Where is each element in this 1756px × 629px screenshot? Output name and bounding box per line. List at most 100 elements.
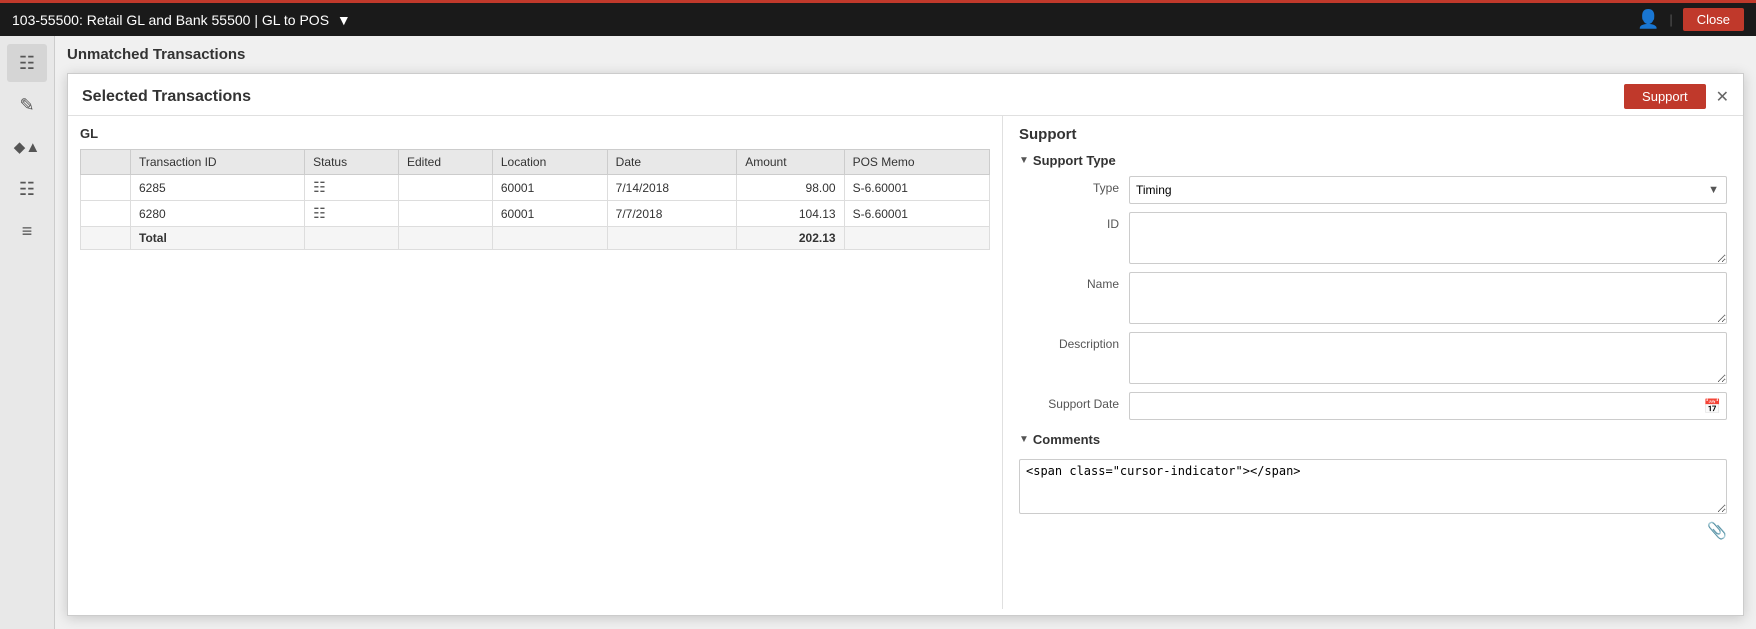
- modal-header-right: Support ✕: [1624, 84, 1729, 109]
- id-input[interactable]: [1129, 212, 1727, 264]
- row1-location: 60001: [492, 175, 607, 201]
- title-text: 103-55500: Retail GL and Bank 55500 | GL…: [12, 12, 329, 28]
- row2-date: 7/7/2018: [607, 201, 737, 227]
- description-input[interactable]: [1129, 332, 1727, 384]
- row2-select: [81, 201, 131, 227]
- top-bar: 103-55500: Retail GL and Bank 55500 | GL…: [0, 0, 1756, 36]
- divider: |: [1669, 12, 1672, 27]
- total-location: [492, 227, 607, 250]
- table-header-row: Transaction ID Status Edited Location Da…: [81, 150, 990, 175]
- row1-select: [81, 175, 131, 201]
- comments-label: Comments: [1033, 432, 1100, 447]
- paperclip-icon[interactable]: 📎: [1707, 521, 1727, 541]
- col-amount: Amount: [737, 150, 844, 175]
- row1-pos-memo: S-6.60001: [844, 175, 989, 201]
- modal-header: Selected Transactions Support ✕: [68, 74, 1743, 116]
- total-label: Total: [131, 227, 305, 250]
- status-icon: ☷: [313, 205, 326, 221]
- modal-title: Selected Transactions: [82, 88, 251, 106]
- support-section: Support ▼ Support Type Type Timi: [1003, 116, 1743, 609]
- description-row: Description: [1019, 332, 1727, 384]
- app-title: 103-55500: Retail GL and Bank 55500 | GL…: [12, 12, 351, 28]
- main-layout: ☷ ✎ ◆▲ ☷ ≡ Unmatched Transactions Select…: [0, 36, 1756, 629]
- support-date-input[interactable]: [1129, 392, 1727, 420]
- close-button[interactable]: Close: [1683, 8, 1744, 31]
- col-date: Date: [607, 150, 737, 175]
- row1-status: ☷: [305, 175, 399, 201]
- type-row: Type Timing Reclassification Other ▼: [1019, 176, 1727, 204]
- col-location: Location: [492, 150, 607, 175]
- col-pos-memo: POS Memo: [844, 150, 989, 175]
- total-row: Total 202.13: [81, 227, 990, 250]
- row2-status: ☷: [305, 201, 399, 227]
- col-transaction-id: Transaction ID: [131, 150, 305, 175]
- support-type-label: Support Type: [1033, 153, 1116, 168]
- sidebar-item-shapes[interactable]: ◆▲: [7, 128, 47, 166]
- content-area: Unmatched Transactions Selected Transact…: [55, 36, 1756, 629]
- dashboard-icon: ☷: [19, 53, 35, 74]
- row2-amount: 104.13: [737, 201, 844, 227]
- comments-collapse-icon: ▼: [1019, 434, 1029, 445]
- support-type-header[interactable]: ▼ Support Type: [1019, 153, 1727, 168]
- comments-header[interactable]: ▼ Comments: [1019, 432, 1727, 447]
- modal-overlay: Selected Transactions Support ✕ GL Trans…: [67, 73, 1744, 616]
- status-icon: ☷: [313, 179, 326, 195]
- top-bar-actions: 👤 | Close: [1637, 8, 1744, 31]
- row2-transaction-id: 6280: [131, 201, 305, 227]
- id-row: ID: [1019, 212, 1727, 264]
- gl-label: GL: [80, 126, 990, 141]
- sidebar-item-lines[interactable]: ≡: [7, 212, 47, 250]
- sidebar-item-dashboard[interactable]: ☷: [7, 44, 47, 82]
- support-type-section: ▼ Support Type Type Timing Reclassificat…: [1019, 153, 1727, 420]
- title-dropdown-arrow[interactable]: ▼: [337, 12, 351, 28]
- description-label: Description: [1019, 332, 1129, 351]
- total-edited: [398, 227, 492, 250]
- sidebar: ☷ ✎ ◆▲ ☷ ≡: [0, 36, 55, 629]
- row2-edited: [398, 201, 492, 227]
- row2-pos-memo: S-6.60001: [844, 201, 989, 227]
- id-label: ID: [1019, 212, 1129, 231]
- row2-location: 60001: [492, 201, 607, 227]
- total-status: [305, 227, 399, 250]
- name-label: Name: [1019, 272, 1129, 291]
- page-heading: Unmatched Transactions: [67, 46, 1744, 63]
- support-date-label: Support Date: [1019, 392, 1129, 411]
- list-check-icon: ☷: [19, 179, 35, 200]
- comments-section: ▼ Comments <span class="cursor-indicator…: [1019, 432, 1727, 541]
- support-heading: Support: [1019, 126, 1727, 143]
- row1-date: 7/14/2018: [607, 175, 737, 201]
- name-input[interactable]: [1129, 272, 1727, 324]
- row1-edited: [398, 175, 492, 201]
- pencil-icon: ✎: [19, 95, 34, 116]
- type-label: Type: [1019, 176, 1129, 195]
- modal-close-button[interactable]: ✕: [1716, 87, 1729, 107]
- col-status: Status: [305, 150, 399, 175]
- table-row: 6280 ☷ 60001 7/7/2018 104.13 S-6.60001: [81, 201, 990, 227]
- total-amount: 202.13: [737, 227, 844, 250]
- comments-textarea[interactable]: <span class="cursor-indicator"></span>: [1019, 459, 1727, 514]
- total-pos-memo: [844, 227, 989, 250]
- type-select-wrapper: Timing Reclassification Other ▼: [1129, 176, 1727, 204]
- support-button[interactable]: Support: [1624, 84, 1706, 109]
- sidebar-item-edit[interactable]: ✎: [7, 86, 47, 124]
- lines-icon: ≡: [22, 221, 33, 242]
- col-checkbox: [81, 150, 131, 175]
- name-row: Name: [1019, 272, 1727, 324]
- total-date: [607, 227, 737, 250]
- sidebar-item-list[interactable]: ☷: [7, 170, 47, 208]
- transactions-table: Transaction ID Status Edited Location Da…: [80, 149, 990, 250]
- date-input-wrapper: 📅: [1129, 392, 1727, 420]
- type-select[interactable]: Timing Reclassification Other: [1129, 176, 1727, 204]
- row1-transaction-id: 6285: [131, 175, 305, 201]
- row1-amount: 98.00: [737, 175, 844, 201]
- shapes-icon: ◆▲: [14, 138, 40, 156]
- total-label-cell: [81, 227, 131, 250]
- table-row: 6285 ☷ 60001 7/14/2018 98.00 S-6.60001: [81, 175, 990, 201]
- collapse-triangle-icon: ▼: [1019, 155, 1029, 166]
- modal-body: GL Transaction ID Status Edited Location…: [68, 116, 1743, 609]
- gl-section: GL Transaction ID Status Edited Location…: [68, 116, 1003, 609]
- support-date-row: Support Date 📅: [1019, 392, 1727, 420]
- col-edited: Edited: [398, 150, 492, 175]
- user-icon[interactable]: 👤: [1637, 9, 1659, 30]
- attachment-row: 📎: [1019, 521, 1727, 541]
